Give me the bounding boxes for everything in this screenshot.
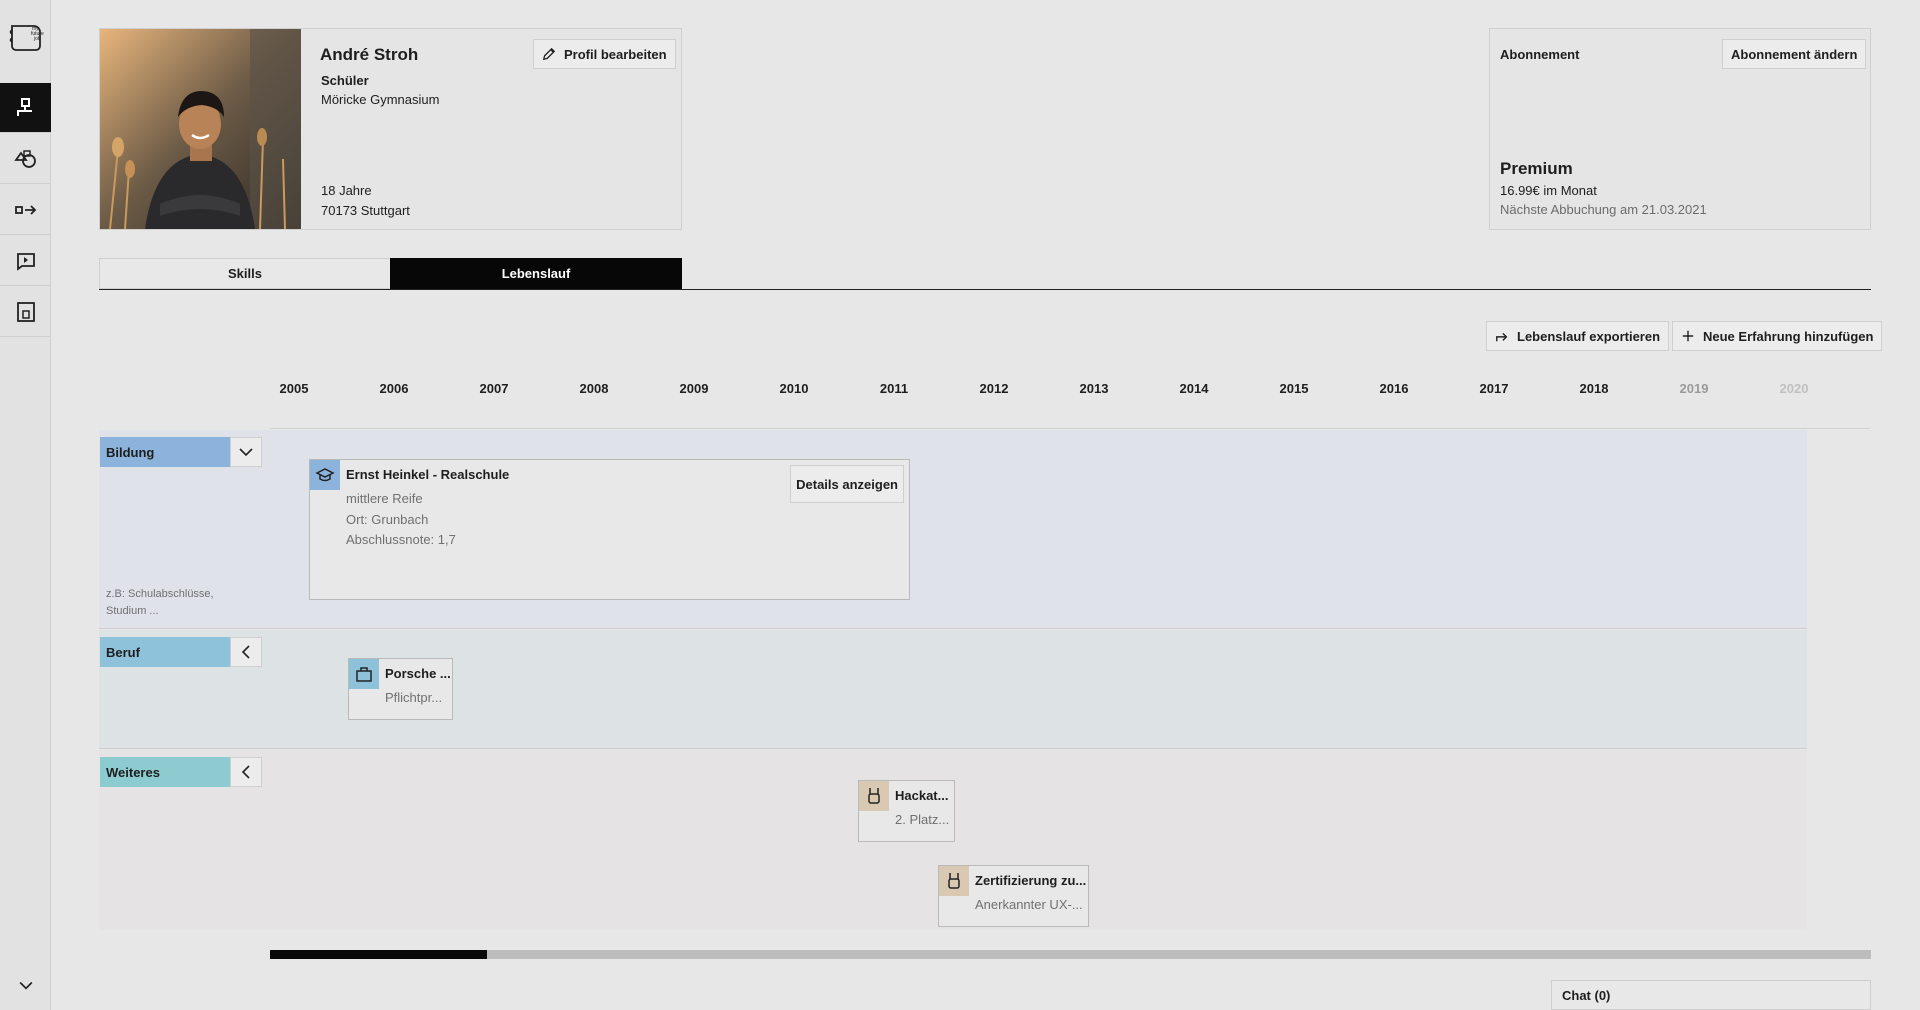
certificate-entry-card[interactable]: Zertifizierung zu... Anerkannter UX-... <box>938 865 1089 927</box>
education-entry-degree: mittlere Reife <box>346 491 423 506</box>
change-subscription-button[interactable]: Abonnement ändern <box>1722 39 1867 69</box>
sidebar-collapse-button[interactable] <box>0 970 51 1000</box>
category-education-toggle[interactable] <box>230 437 262 467</box>
subscription-price: 16.99€ im Monat <box>1500 183 1597 198</box>
category-job[interactable]: Beruf <box>100 637 262 667</box>
timeline-year-label: 2016 <box>1379 381 1409 396</box>
profile-city: 70173 Stuttgart <box>321 203 410 218</box>
profile-age: 18 Jahre <box>321 183 372 198</box>
subscription-next-charge: Nächste Abbuchung am 21.03.2021 <box>1500 202 1707 217</box>
category-job-label: Beruf <box>100 637 230 667</box>
timeline-year-label: 2006 <box>379 381 409 396</box>
profile-school: Möricke Gymnasium <box>321 92 440 107</box>
document-icon <box>16 301 35 322</box>
timeline-year-label: 2013 <box>1079 381 1109 396</box>
category-further-toggle[interactable] <box>230 757 262 787</box>
share-arrow-icon <box>1496 332 1508 342</box>
timeline-year-label: 2009 <box>679 381 709 396</box>
subscription-plan: Premium <box>1500 159 1573 178</box>
sidebar-item-shapes[interactable] <box>0 134 51 184</box>
graduation-cap-icon <box>310 460 340 490</box>
education-entry-location: Ort: Grunbach <box>346 512 429 527</box>
notebook-logo-icon[interactable]: my future job <box>8 18 44 54</box>
svg-text:job: job <box>33 36 41 42</box>
sidebar-item-transfer[interactable] <box>0 185 51 235</box>
details-button[interactable]: Details anzeigen <box>790 465 904 503</box>
sidebar-item-profile[interactable] <box>0 83 51 133</box>
avatar <box>100 29 301 229</box>
certificate-entry-subtitle: Anerkannter UX-... <box>975 897 1083 912</box>
profile-role: Schüler <box>321 73 369 88</box>
timeline-year-label: 2008 <box>579 381 609 396</box>
chevron-left-icon <box>241 645 250 659</box>
profile-icon <box>16 97 32 116</box>
job-entry-card[interactable]: Porsche ... Pflichtpr... <box>348 658 453 720</box>
tab-lebenslauf[interactable]: Lebenslauf <box>390 258 682 289</box>
subscription-title: Abonnement <box>1500 47 1580 62</box>
timeline-year-label: 2010 <box>779 381 809 396</box>
timeline-year-label: 2018 <box>1579 381 1609 396</box>
timeline-year-label: 2011 <box>879 381 909 396</box>
export-cv-label: Lebenslauf exportieren <box>1517 328 1661 344</box>
pencil-icon <box>542 47 556 61</box>
timeline-year-label: 2014 <box>1179 381 1209 396</box>
timeline-scrollbar-thumb[interactable] <box>270 950 487 959</box>
sidebar-item-documents[interactable] <box>0 287 51 337</box>
edit-profile-label: Profil bearbeiten <box>564 46 667 62</box>
timeline-year-label: 2020 <box>1779 381 1809 396</box>
medal-icon <box>859 781 889 811</box>
add-experience-label: Neue Erfahrung hinzufügen <box>1703 328 1874 344</box>
profile-card: André Stroh Schüler Möricke Gymnasium 18… <box>99 28 682 230</box>
category-further[interactable]: Weiteres <box>100 757 262 787</box>
timeline-year-label: 2017 <box>1479 381 1509 396</box>
chevron-left-icon <box>241 765 250 779</box>
add-experience-button[interactable]: Neue Erfahrung hinzufügen <box>1672 321 1883 351</box>
category-education-hint: z.B: Schulabschlüsse, Studium ... <box>106 588 214 617</box>
transfer-icon <box>14 204 36 215</box>
hackathon-entry-subtitle: 2. Platz... <box>895 812 950 827</box>
sidebar-item-messages[interactable] <box>0 236 51 286</box>
certificate-entry-title: Zertifizierung zu... <box>975 873 1087 888</box>
category-education-label: Bildung <box>100 437 230 467</box>
timeline-year-label: 2015 <box>1279 381 1309 396</box>
sidebar: my future job <box>0 0 51 1010</box>
medal-icon <box>939 866 969 896</box>
education-entry-grade: Abschlussnote: 1,7 <box>346 532 456 547</box>
timeline-year-label: 2007 <box>479 381 509 396</box>
subscription-card: Abonnement Abonnement ändern Premium 16.… <box>1489 28 1871 230</box>
band-divider <box>99 628 1807 629</box>
tab-skills[interactable]: Skills <box>99 258 391 289</box>
category-job-toggle[interactable] <box>230 637 262 667</box>
hackathon-entry-title: Hackat... <box>895 788 949 803</box>
category-further-label: Weiteres <box>100 757 230 787</box>
change-subscription-label: Abonnement ändern <box>1731 46 1858 62</box>
chevron-down-icon <box>19 981 32 990</box>
edit-profile-button[interactable]: Profil bearbeiten <box>533 39 676 69</box>
timeline-year-label: 2012 <box>979 381 1009 396</box>
chevron-down-icon <box>239 448 253 457</box>
timeline-year-label: 2019 <box>1679 381 1709 396</box>
category-education[interactable]: Bildung <box>100 437 262 467</box>
plus-icon <box>1682 330 1694 342</box>
shapes-icon <box>13 149 36 168</box>
education-entry-card[interactable]: Ernst Heinkel - Realschule mittlere Reif… <box>309 459 910 600</box>
timeline-axis <box>270 428 1870 429</box>
profile-name: André Stroh <box>320 45 419 64</box>
export-cv-button[interactable]: Lebenslauf exportieren <box>1486 321 1670 351</box>
chat-button[interactable]: Chat (0) <box>1551 980 1871 1010</box>
tab-bar: Skills Lebenslauf <box>99 258 1871 290</box>
chat-bubble-icon <box>16 252 35 271</box>
briefcase-icon <box>349 659 379 689</box>
band-divider <box>99 748 1807 749</box>
timeline-scrollbar[interactable] <box>270 950 1871 959</box>
timeline-year-label: 2005 <box>279 381 309 396</box>
hackathon-entry-card[interactable]: Hackat... 2. Platz... <box>858 780 955 842</box>
job-entry-title: Porsche ... <box>385 666 451 681</box>
education-entry-title: Ernst Heinkel - Realschule <box>346 467 510 482</box>
job-entry-subtitle: Pflichtpr... <box>385 690 443 705</box>
